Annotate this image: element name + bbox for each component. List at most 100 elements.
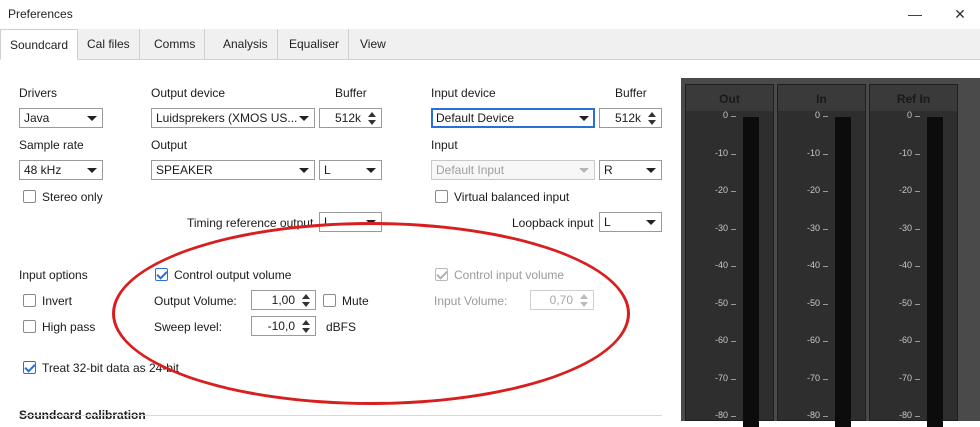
meter-tick-label: -20 [714,185,728,195]
chevron-down-icon [579,116,589,121]
output-select[interactable]: SPEAKER [151,160,315,180]
spin-down-icon[interactable] [302,302,310,307]
tab-equaliser[interactable]: Equaliser [280,29,350,59]
chevron-down-icon [87,116,97,121]
stereo-only-checkbox[interactable] [23,190,36,203]
drivers-select[interactable]: Java [19,108,103,128]
input-device-select[interactable]: Default Device [431,108,595,128]
meter-tick-label: -10 [714,147,728,158]
meter-tick-label: -50 [806,297,820,308]
virtual-balanced-checkbox[interactable] [435,190,448,203]
spin-down-icon[interactable] [368,120,376,125]
drivers-value: Java [24,111,50,125]
stereo-only-label: Stereo only [42,190,103,204]
meter-tick-label: -20 [898,185,912,195]
spin-down-icon[interactable] [302,328,310,333]
meter-tick-label: -60 [806,335,820,345]
meter-tick-label: -50 [714,297,728,308]
meter-tick-mark [731,116,736,117]
high-pass-label: High pass [42,320,96,334]
input-buffer-value: 512k [614,111,641,125]
output-volume-spinner[interactable]: 1,00 [251,290,316,310]
spin-up-icon[interactable] [368,112,376,117]
meter-bar [835,117,851,427]
mute-checkbox[interactable] [323,294,336,307]
close-icon[interactable]: ✕ [949,4,971,24]
meter-tick-label: -60 [898,335,912,345]
virtual-balanced-label: Virtual balanced input [454,190,570,204]
meter-tick-mark [915,266,920,267]
output-device-select[interactable]: Luidsprekers (XMOS US... [151,108,315,128]
chevron-down-icon [299,168,309,173]
output-volume-label: Output Volume: [154,294,237,308]
meter-tick-mark [915,116,920,117]
input-buffer-spinner[interactable]: 512k [599,108,662,128]
input-device-label: Input device [431,86,496,100]
chevron-down-icon [87,168,97,173]
meter-tick-label: -80 [714,410,728,420]
meter-tick-mark [731,303,736,305]
chevron-down-icon [646,220,656,225]
tab-soundcard[interactable]: Soundcard [0,29,79,60]
meter-tick-label: -60 [714,335,728,345]
meter-bar [927,117,943,427]
tab-analysis[interactable]: Analysis [214,29,278,59]
control-input-volume-label: Control input volume [454,268,565,282]
meter-tick-label: 0 [722,110,728,120]
output-channel-value: L [324,163,331,177]
meter-tick-label: -40 [898,260,912,270]
minimize-icon[interactable]: — [904,4,926,24]
high-pass-checkbox[interactable] [23,320,36,333]
control-output-volume-checkbox[interactable] [155,268,168,281]
tab-cal-files[interactable]: Cal files [78,29,140,59]
meter-tick-mark [915,153,920,155]
meter-tick-mark [823,416,828,417]
tab-comms[interactable]: Comms [145,29,206,59]
treat-32bit-checkbox[interactable] [23,361,36,374]
input-select: Default Input [431,160,595,180]
meter-tick-label: -30 [806,222,820,233]
input-channel-select[interactable]: R [599,160,662,180]
spin-down-icon[interactable] [648,120,656,125]
sweep-level-unit: dBFS [326,320,357,334]
meter-tick-mark [915,341,920,342]
spin-up-icon[interactable] [302,294,310,299]
invert-checkbox[interactable] [23,294,36,307]
meter-tick-mark [731,228,736,230]
meter-bar [743,117,759,427]
meter-tick-label: 0 [906,110,912,120]
spin-up-icon[interactable] [648,112,656,117]
meter-tick-label: -40 [806,260,820,270]
meter-tick-mark [823,228,828,230]
meter-tick-label: -70 [806,372,820,383]
section-divider [19,415,662,416]
tab-view[interactable]: View [351,29,395,59]
input-options-label: Input options [19,268,88,282]
meter-ref-in: Ref In 0 -10 -20 -30 -40 -50 -60 -70 -80 [869,84,958,427]
meter-tick-label: -50 [898,297,912,308]
spin-up-icon[interactable] [302,320,310,325]
input-channel-value: R [604,163,613,177]
meter-title: In [816,92,827,106]
timing-reference-label: Timing reference output [187,216,314,230]
input-buffer-label: Buffer [615,86,647,100]
sample-rate-select[interactable]: 48 kHz [19,160,103,180]
meter-in: In 0 -10 -20 -30 -40 -50 -60 -70 -80 [777,84,866,427]
meter-tick-label: -70 [714,372,728,383]
input-volume-spinner: 0,70 [530,290,594,310]
loopback-select[interactable]: L [599,212,662,232]
meter-tick-mark [823,153,828,155]
output-channel-select[interactable]: L [319,160,382,180]
output-value: SPEAKER [156,163,213,177]
meter-tick-mark [731,153,736,155]
timing-reference-select[interactable]: L [319,212,382,232]
meter-tick-mark [823,341,828,342]
output-volume-value: 1,00 [271,293,295,307]
meter-tick-label: -10 [806,147,820,158]
meter-tick-label: -20 [806,185,820,195]
sweep-level-spinner[interactable]: -10,0 [251,316,316,336]
sample-rate-label: Sample rate [19,138,84,152]
chevron-down-icon [366,220,376,225]
chevron-down-icon [366,168,376,173]
output-buffer-spinner[interactable]: 512k [319,108,382,128]
